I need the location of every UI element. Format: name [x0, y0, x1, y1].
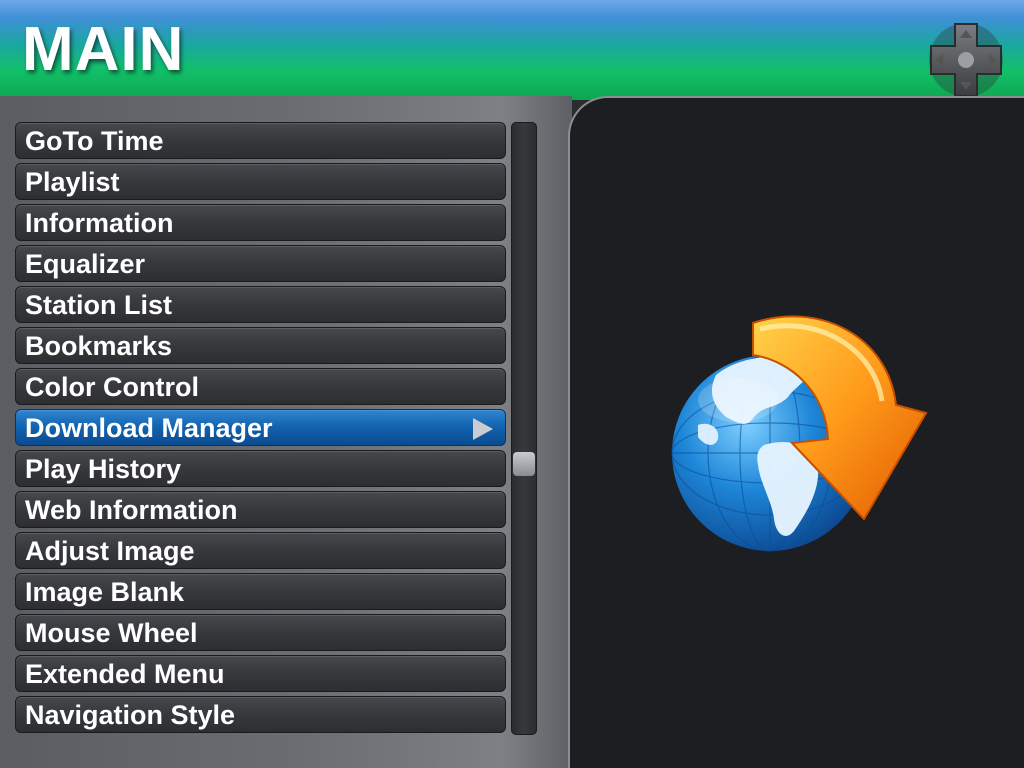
- menu-item-play-history[interactable]: Play History: [15, 450, 506, 487]
- menu-item-navigation-style[interactable]: Navigation Style: [15, 696, 506, 733]
- menu-item-label: Mouse Wheel: [25, 618, 198, 648]
- menu-item-station-list[interactable]: Station List: [15, 286, 506, 323]
- menu-item-label: Information: [25, 208, 174, 238]
- menu-item-label: GoTo Time: [25, 126, 164, 156]
- menu-item-color-control[interactable]: Color Control: [15, 368, 506, 405]
- dpad-icon[interactable]: [927, 20, 1005, 100]
- menu-item-label: Playlist: [25, 167, 120, 197]
- menu-item-web-information[interactable]: Web Information: [15, 491, 506, 528]
- menu-item-label: Color Control: [25, 372, 199, 402]
- menu-item-label: Image Blank: [25, 577, 185, 607]
- menu-item-playlist[interactable]: Playlist: [15, 163, 506, 200]
- menu-item-label: Station List: [25, 290, 172, 320]
- menu-item-bookmarks[interactable]: Bookmarks: [15, 327, 506, 364]
- menu-item-equalizer[interactable]: Equalizer: [15, 245, 506, 282]
- menu-item-information[interactable]: Information: [15, 204, 506, 241]
- play-triangle-icon: [473, 418, 493, 440]
- page-title: MAIN: [22, 15, 185, 84]
- menu-scrollbar[interactable]: [511, 122, 537, 735]
- menu-item-label: Equalizer: [25, 249, 146, 279]
- menu-item-label: Play History: [25, 454, 182, 484]
- menu-item-label: Bookmarks: [25, 331, 173, 361]
- menu-item-image-blank[interactable]: Image Blank: [15, 573, 506, 610]
- main-menu-list: GoTo Time Playlist Information Equalizer Sta…: [15, 122, 506, 737]
- header-bar: MAIN: [0, 0, 1024, 100]
- menu-item-label: Adjust Image: [25, 536, 195, 566]
- menu-item-download-manager[interactable]: Download Manager: [15, 409, 506, 446]
- menu-item-label: Extended Menu: [25, 659, 225, 689]
- menu-item-goto-time[interactable]: GoTo Time: [15, 122, 506, 159]
- menu-item-label: Download Manager: [25, 413, 273, 443]
- menu-item-adjust-image[interactable]: Adjust Image: [15, 532, 506, 569]
- menu-item-label: Navigation Style: [25, 700, 236, 730]
- menu-item-mouse-wheel[interactable]: Mouse Wheel: [15, 614, 506, 651]
- scrollbar-thumb[interactable]: [513, 452, 535, 476]
- globe-download-icon: [671, 315, 928, 552]
- menu-item-extended-menu[interactable]: Extended Menu: [15, 655, 506, 692]
- menu-item-label: Web Information: [25, 495, 238, 525]
